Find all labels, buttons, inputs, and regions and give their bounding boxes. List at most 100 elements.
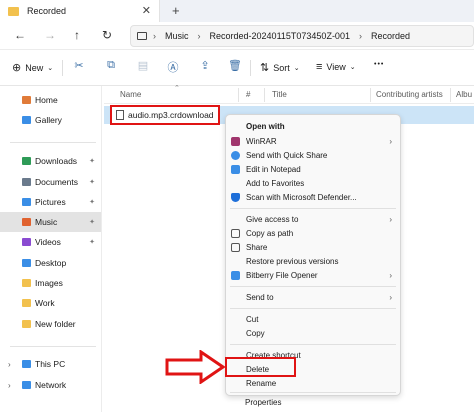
menu-item-winrar[interactable]: WinRAR › — [226, 134, 400, 149]
more-options-icon[interactable]: ••• — [374, 61, 384, 68]
paste-icon[interactable]: ▤ — [136, 59, 150, 73]
menu-item-edit-notepad[interactable]: Edit in Notepad — [226, 162, 400, 177]
menu-item-quick-share[interactable]: Send with Quick Share — [226, 148, 400, 163]
close-icon[interactable]: ✕ — [142, 4, 151, 17]
sidebar-item-label: New folder — [35, 319, 76, 329]
new-button[interactable]: ⊕ New ⌄ — [12, 61, 53, 74]
up-arrow-icon[interactable]: ↑ — [74, 28, 80, 42]
defender-shield-icon — [231, 193, 240, 202]
menu-item-open-with[interactable]: Open with — [226, 119, 400, 134]
command-bar: ⊕ New ⌄ ✂ ⧉ ▤ Ⓐ ⇪ 🗑 ⇅ Sort ⌄ ≡ View ⌄ ••… — [0, 50, 474, 86]
menu-item-label: Copy — [246, 329, 265, 338]
menu-item-label: WinRAR — [246, 137, 277, 146]
column-header-name[interactable]: Name — [120, 90, 141, 99]
rename-icon[interactable]: Ⓐ — [166, 59, 180, 74]
view-icon: ≡ — [316, 61, 323, 73]
sidebar-item-this-pc[interactable]: › This PC — [0, 354, 101, 374]
menu-item-properties[interactable]: Properties — [225, 395, 401, 410]
sort-ascending-icon: ⌃ — [174, 85, 180, 92]
menu-item-label: Open with — [246, 122, 285, 131]
sidebar-item-network[interactable]: › Network — [0, 375, 101, 395]
copy-icon[interactable]: ⧉ — [104, 59, 118, 73]
menu-separator — [230, 308, 396, 309]
address-bar[interactable]: › Music › Recorded-20240115T073450Z-001 … — [130, 25, 474, 47]
pin-icon[interactable]: ✦ — [89, 157, 95, 165]
sidebar-item-label: Music — [35, 217, 58, 227]
share-icon[interactable]: ⇪ — [198, 59, 212, 73]
column-divider[interactable] — [264, 88, 265, 102]
view-button[interactable]: ≡ View ⌄ — [316, 61, 356, 73]
menu-item-label: Rename — [246, 379, 277, 388]
forward-arrow-icon[interactable]: → — [44, 28, 56, 42]
sidebar-item-images[interactable]: Images — [0, 273, 101, 293]
new-tab-button[interactable]: + — [172, 3, 180, 18]
breadcrumb-recorded[interactable]: Recorded — [371, 31, 410, 41]
column-header-album[interactable]: Albu — [456, 90, 472, 99]
sort-button[interactable]: ⇅ Sort ⌄ — [260, 61, 300, 74]
chevron-right-icon: › — [153, 31, 156, 41]
menu-item-give-access[interactable]: Give access to › — [226, 212, 400, 227]
new-label: New — [25, 62, 44, 73]
column-headers: Name ⌃ # Title Contributing artists Albu — [104, 85, 474, 104]
column-divider[interactable] — [370, 88, 371, 102]
sidebar-item-home[interactable]: Home — [0, 90, 101, 110]
pin-icon[interactable]: ✦ — [89, 218, 95, 226]
menu-item-label: Scan with Microsoft Defender... — [246, 193, 357, 202]
pin-icon[interactable]: ✦ — [89, 198, 95, 206]
menu-separator — [230, 286, 396, 287]
menu-item-cut[interactable]: Cut — [226, 312, 400, 327]
menu-item-bitberry[interactable]: Bitberry File Opener › — [226, 268, 400, 283]
menu-item-restore-versions[interactable]: Restore previous versions — [226, 254, 400, 269]
column-header-contributing-artists[interactable]: Contributing artists — [376, 90, 443, 99]
pin-icon[interactable]: ✦ — [89, 238, 95, 246]
menu-item-copy-as-path[interactable]: Copy as path — [226, 226, 400, 241]
menu-item-label: Send to — [246, 293, 274, 302]
chevron-down-icon: ⌄ — [47, 64, 54, 72]
column-header-title[interactable]: Title — [272, 90, 287, 99]
column-divider[interactable] — [450, 88, 451, 102]
sidebar-item-label: Work — [35, 298, 55, 308]
sidebar-item-label: Images — [35, 278, 63, 288]
sidebar-item-videos[interactable]: Videos ✦ — [0, 232, 101, 252]
menu-item-send-to[interactable]: Send to › — [226, 290, 400, 305]
column-header-number[interactable]: # — [246, 90, 250, 99]
sidebar-item-work[interactable]: Work — [0, 293, 101, 313]
chevron-down-icon: ⌄ — [293, 64, 300, 72]
breadcrumb-recorded-zip-folder[interactable]: Recorded-20240115T073450Z-001 — [210, 31, 350, 41]
sidebar-item-gallery[interactable]: Gallery — [0, 110, 101, 130]
sidebar-item-music[interactable]: Music ✦ — [0, 212, 101, 232]
sidebar-divider — [10, 142, 96, 143]
file-item-audio[interactable]: audio.mp3.crdownload — [110, 105, 220, 125]
back-arrow-icon[interactable]: ← — [14, 28, 26, 42]
sidebar-item-desktop[interactable]: Desktop — [0, 253, 101, 273]
sort-icon: ⇅ — [260, 62, 270, 74]
cut-icon[interactable]: ✂ — [72, 59, 86, 73]
red-arrow-icon — [165, 350, 225, 384]
folder-icon — [22, 299, 31, 307]
sidebar-item-pictures[interactable]: Pictures ✦ — [0, 192, 101, 212]
menu-item-add-favorites[interactable]: Add to Favorites — [226, 176, 400, 191]
network-icon — [22, 381, 31, 389]
folder-icon — [8, 6, 19, 16]
sidebar-item-documents[interactable]: Documents ✦ — [0, 172, 101, 192]
desktop-folder-icon — [22, 259, 31, 267]
breadcrumb-music[interactable]: Music — [165, 31, 189, 41]
column-divider[interactable] — [238, 88, 239, 102]
rename-highlight-box — [225, 357, 296, 377]
sidebar-item-new-folder[interactable]: New folder — [0, 314, 101, 334]
delete-icon[interactable]: 🗑 — [228, 59, 242, 73]
tab-title: Recorded — [27, 6, 67, 16]
sidebar-item-label: Network — [35, 380, 67, 390]
winrar-icon — [231, 137, 240, 146]
pin-icon[interactable]: ✦ — [89, 178, 95, 186]
menu-item-share[interactable]: Share — [226, 240, 400, 255]
menu-item-copy[interactable]: Copy — [226, 326, 400, 341]
menu-item-scan-defender[interactable]: Scan with Microsoft Defender... — [226, 190, 400, 205]
window-tab[interactable]: Recorded ✕ — [0, 0, 160, 22]
sidebar-item-downloads[interactable]: Downloads ✦ — [0, 151, 101, 171]
chevron-right-icon[interactable]: › — [8, 381, 11, 390]
chevron-right-icon[interactable]: › — [8, 360, 11, 369]
sidebar-item-label: Desktop — [35, 258, 67, 268]
menu-item-rename[interactable]: Rename — [226, 376, 400, 391]
refresh-icon[interactable]: ↻ — [102, 28, 112, 42]
